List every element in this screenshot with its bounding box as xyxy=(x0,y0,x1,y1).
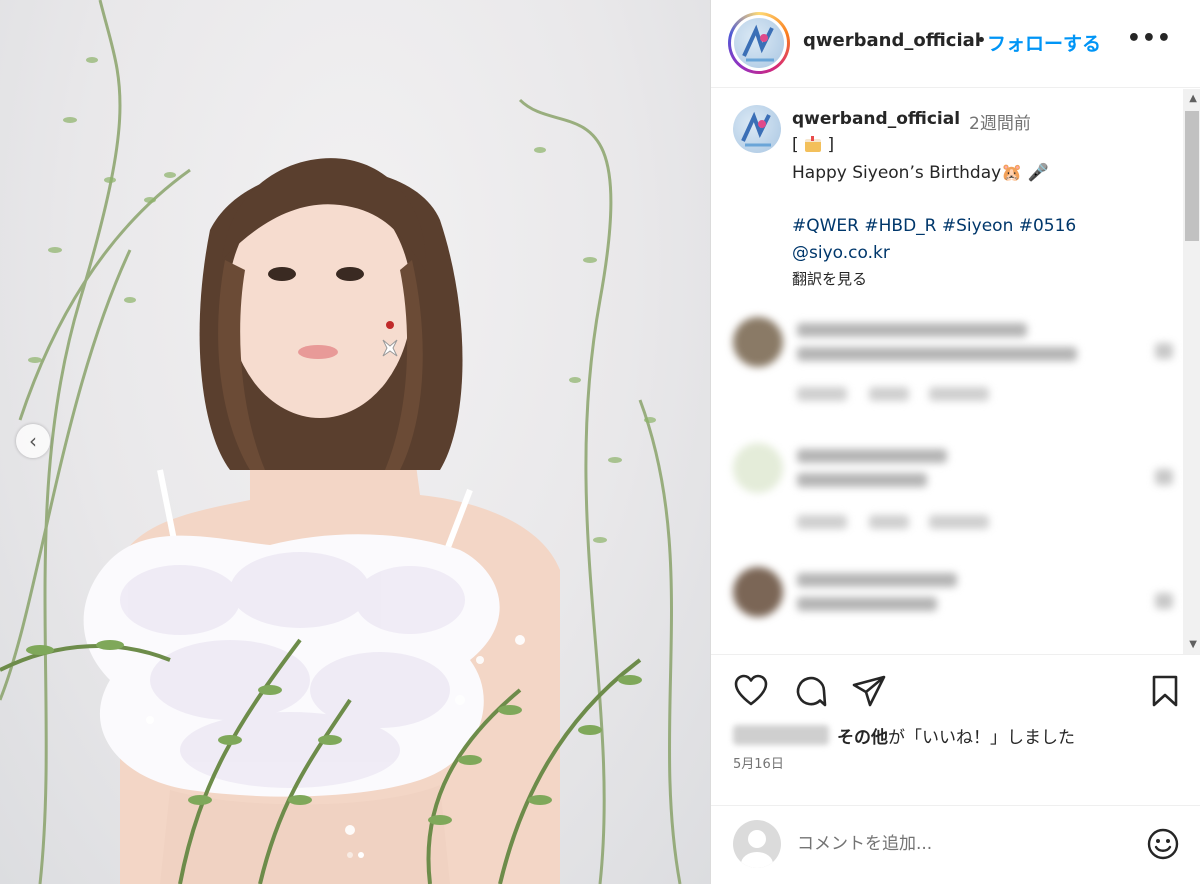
like-icon[interactable] xyxy=(733,673,769,709)
post-header: qwerband_official • フォローする ••• xyxy=(711,0,1200,88)
see-translation-link[interactable]: 翻訳を見る xyxy=(792,268,867,289)
follow-button[interactable]: フォローする xyxy=(987,29,1101,56)
emoji-icon[interactable] xyxy=(1145,826,1181,862)
photo-illustration xyxy=(0,0,682,884)
more-icon[interactable]: ••• xyxy=(1127,26,1172,51)
scrollbar[interactable]: ▲ ▼ xyxy=(1183,89,1200,654)
carousel-dot-active xyxy=(357,852,364,858)
carousel-indicator xyxy=(0,852,710,858)
comment-icon[interactable] xyxy=(793,673,829,709)
caption-mention[interactable]: @siyo.co.kr xyxy=(792,243,890,263)
save-icon[interactable] xyxy=(1147,673,1183,709)
likes-others[interactable]: その他 xyxy=(837,728,888,748)
bracket-close: ] xyxy=(827,135,835,155)
caption-username[interactable]: qwerband_official xyxy=(792,109,960,129)
post-date[interactable]: 5月16日 xyxy=(733,753,784,772)
cake-icon xyxy=(804,136,822,152)
comment-item-blurred xyxy=(733,317,1173,417)
profile-logo-image xyxy=(734,18,784,68)
comment-item-blurred xyxy=(733,443,1173,543)
comments-scroll-area[interactable]: qwerband_official 2週間前 [ ] Happy Siyeon’… xyxy=(711,89,1200,654)
carousel-dot xyxy=(346,852,353,858)
carousel-prev-button[interactable]: ‹ xyxy=(16,424,50,458)
likes-suffix: が「いいね！」しました xyxy=(888,728,1075,748)
scroll-up-icon[interactable]: ▲ xyxy=(1189,93,1197,104)
caption-hashtags[interactable]: #QWER #HBD_R #Siyeon #0516 xyxy=(792,216,1076,236)
post-actions: その他が「いいね！」しました 5月16日 xyxy=(711,654,1200,804)
post-side-panel: qwerband_official • フォローする ••• qwerband_… xyxy=(710,0,1200,884)
liker-name-blurred xyxy=(733,725,829,745)
current-user-avatar xyxy=(733,820,781,868)
header-username[interactable]: qwerband_official xyxy=(803,30,981,51)
share-icon[interactable] xyxy=(851,673,887,709)
caption-time[interactable]: 2週間前 xyxy=(969,109,1031,134)
carousel-prev-icon: ‹ xyxy=(29,429,37,453)
likes-summary[interactable]: その他が「いいね！」しました xyxy=(837,723,1075,748)
bracket-open: [ xyxy=(792,135,799,155)
post-photo[interactable]: ‹ xyxy=(0,0,710,884)
scrollbar-thumb[interactable] xyxy=(1185,111,1199,241)
caption-avatar[interactable] xyxy=(733,105,781,153)
add-comment-bar xyxy=(711,805,1200,884)
separator-dot: • xyxy=(976,30,987,51)
caption-line-1: [ ] xyxy=(792,135,834,155)
caption-line-2: Happy Siyeon’s Birthday🐹 🎤 xyxy=(792,163,1049,183)
scroll-down-icon[interactable]: ▼ xyxy=(1189,639,1197,650)
comment-input[interactable] xyxy=(797,830,1117,858)
comment-item-blurred xyxy=(733,567,1173,654)
story-ring-avatar[interactable] xyxy=(728,12,790,74)
